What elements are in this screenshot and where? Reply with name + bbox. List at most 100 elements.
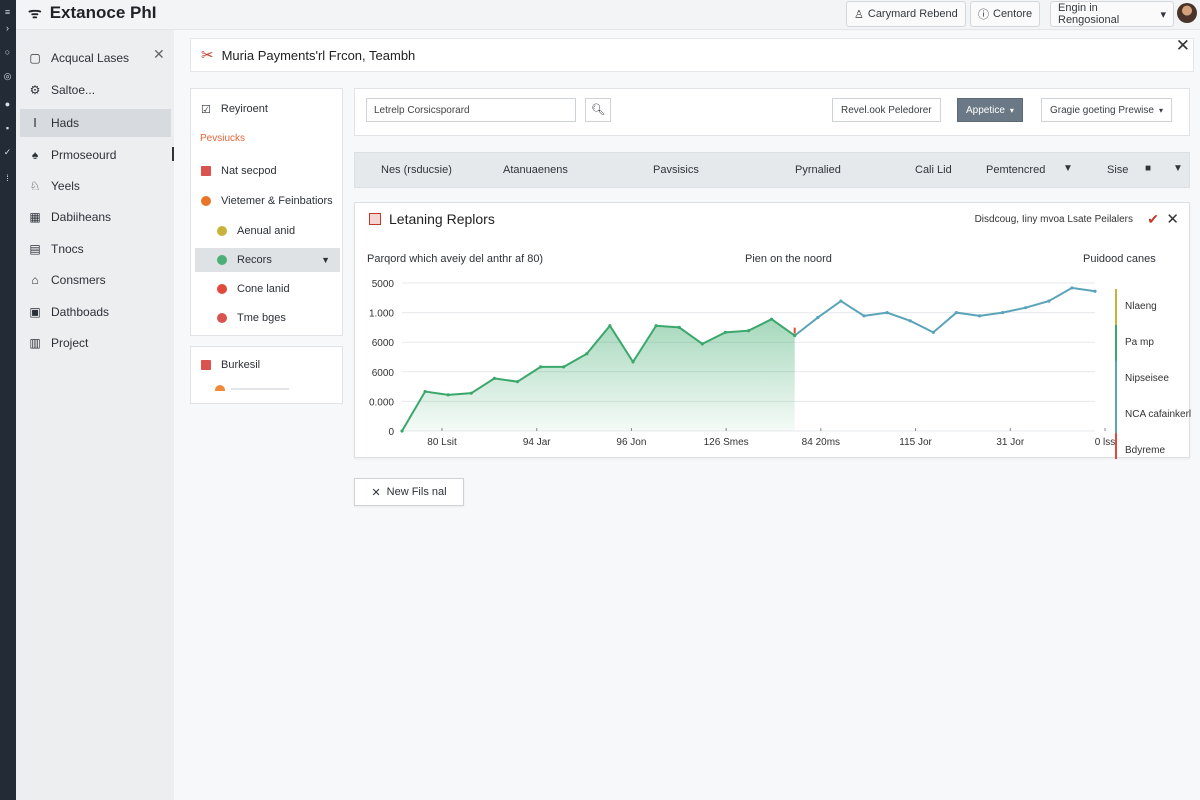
column-header[interactable]: Atanuaenens <box>503 164 568 176</box>
spade-icon: ♠ <box>31 148 39 162</box>
x-tick-label: 0 lss <box>1095 437 1116 448</box>
line-chart[interactable]: 5000 1.000 6000 6000 0.000 0 80 Lsit 94 Jar 96 J… <box>355 203 1191 459</box>
left-item-vietemer[interactable]: Vietemer & Feinbatiors <box>195 189 340 213</box>
tick-icon[interactable]: ✓ <box>3 148 12 157</box>
data-point <box>908 319 912 323</box>
region-select[interactable]: Engin in Rengosional ▾ <box>1050 1 1174 27</box>
data-point <box>1070 286 1074 290</box>
sidebar-item-dabiiheans[interactable]: ▦ Dabiiheans <box>20 203 187 231</box>
column-header[interactable]: Cali Lid <box>915 164 952 176</box>
column-header[interactable]: Pavsisics <box>653 164 699 176</box>
data-point <box>515 380 520 384</box>
search-button[interactable]: 🔍︎ <box>585 98 611 122</box>
column-header[interactable]: Sise <box>1107 164 1128 176</box>
chart-panel: Letaning Replors Disdcoug, Iiny mvoa Lsa… <box>354 202 1191 459</box>
folder-icon: ▥ <box>29 336 41 350</box>
left-item-tme[interactable]: Tme bges <box>195 306 340 330</box>
sidebar-item-project[interactable]: ▥ Project <box>20 329 187 357</box>
left-panel-header[interactable]: ☑ Reyiroent <box>195 97 340 121</box>
bullet-icon[interactable]: ● <box>3 100 12 109</box>
left-item-cone[interactable]: Cone lanid <box>195 277 340 301</box>
globe-icon[interactable]: ◎ <box>3 72 12 81</box>
main-area: ✂ Muria Payments'rl Frcon, Teambh ✕ ☑ Re… <box>174 30 1200 800</box>
orange-dot-icon <box>201 196 211 206</box>
new-file-button[interactable]: ✕ New Fils nal <box>354 478 464 506</box>
folder-icon: ▢ <box>29 51 41 65</box>
centore-button[interactable]: ⓘ Centore <box>970 1 1041 27</box>
left-rail: ≡ › ○ ◎ ● ▪ ✓ ⁞ <box>0 0 16 800</box>
left-item-label: Nat secpod <box>221 165 277 177</box>
data-point <box>400 429 404 433</box>
grid-icon: ▦ <box>29 210 41 224</box>
left-item-aenual[interactable]: Aenual anid <box>195 219 340 243</box>
app-brand: ᯤ Extanoce PhI <box>28 3 156 23</box>
square-icon[interactable]: ▪ <box>3 124 12 133</box>
left-item-label: Tme bges <box>237 312 286 324</box>
search-icon: 🔍︎ <box>591 104 605 116</box>
sidebar-item-hads[interactable]: Ⅰ Hads <box>20 109 171 137</box>
data-point <box>770 317 774 321</box>
legend-swatch <box>1115 361 1117 397</box>
avatar[interactable] <box>1177 3 1197 23</box>
arrow-icon[interactable]: › <box>3 24 12 33</box>
sidebar-item-label: Dabiiheans <box>51 210 112 224</box>
sidebar-item-prmoseourd[interactable]: ♠ Prmoseourd <box>20 141 187 169</box>
left-item-nat-secpod[interactable]: Nat secpod <box>195 159 340 183</box>
square-icon[interactable]: ■ <box>1145 163 1151 174</box>
left-item-recors[interactable]: Recors ▼ <box>195 248 340 272</box>
data-point <box>862 314 866 318</box>
data-point <box>1093 289 1097 293</box>
sidebar-item-dathboads[interactable]: ▣ Dathboads <box>20 298 187 326</box>
chevron-down-icon[interactable]: ▼ <box>1173 163 1183 174</box>
dialog-close-icon[interactable]: ✕ <box>1176 36 1190 56</box>
y-tick-label: 5000 <box>372 279 395 290</box>
sidebar-item-yeels[interactable]: ♘ Yeels <box>20 172 187 200</box>
chevron-down-icon: ▾ <box>1160 8 1166 21</box>
sidebar-item-saltoe[interactable]: ⚙ Saltoe... <box>20 76 187 104</box>
sidebar-item-label: Consmers <box>51 273 106 287</box>
sidebar-item-consmers[interactable]: ⌂ Consmers <box>20 266 187 294</box>
info-icon: ⓘ <box>978 9 989 21</box>
appetice-button[interactable]: Appetice ▾ <box>957 98 1023 122</box>
data-point <box>539 365 543 369</box>
gear-icon: ⚙ <box>29 83 41 97</box>
sidebar-item-label: Yeels <box>51 179 80 193</box>
new-file-button-label: New Fils nal <box>386 486 447 498</box>
group-button[interactable]: Gragie goeting Prewise ▾ <box>1041 98 1172 122</box>
left-panel-footer: Burkesil <box>190 346 343 404</box>
wifi-icon: ᯤ <box>28 5 42 22</box>
left-item-label: Recors <box>237 254 272 266</box>
sidebar-item-tnocs[interactable]: ▤ Tnocs <box>20 235 187 263</box>
menu-icon[interactable]: ≡ <box>3 8 12 17</box>
legend-swatch <box>1115 325 1117 361</box>
people-icon[interactable]: ⁞ <box>3 174 12 183</box>
left-footer-item[interactable]: Burkesil <box>195 353 340 377</box>
data-point <box>631 360 635 364</box>
red-dot-icon <box>217 313 227 323</box>
data-point <box>700 342 704 346</box>
x-tick-label: 126 Smes <box>704 437 749 448</box>
column-header[interactable]: Nes (rsducsie) <box>381 164 452 176</box>
column-header[interactable]: Pemtencred <box>986 164 1045 176</box>
data-point <box>585 352 589 356</box>
data-point <box>469 391 473 395</box>
data-point <box>1047 299 1051 303</box>
ring-icon[interactable]: ○ <box>3 48 12 57</box>
report-button[interactable]: Revel.ook Peledorer <box>832 98 941 122</box>
sort-down-icon[interactable]: ▼ <box>1063 163 1073 174</box>
sidebar-item-label: Hads <box>51 116 80 130</box>
sidebar-item-acqucal[interactable]: ▢ Acqucal Lases <box>20 44 187 72</box>
app-title: Extanoce PhI <box>49 3 157 22</box>
data-point <box>839 299 843 303</box>
legend-label: Pa mp <box>1125 337 1154 348</box>
x-tick-label: 80 Lsit <box>427 437 457 448</box>
rebend-button[interactable]: ♙ Carymard Rebend <box>846 1 966 27</box>
column-header[interactable]: Pyrnalied <box>795 164 841 176</box>
data-point <box>1001 311 1005 315</box>
series-area <box>402 319 795 431</box>
search-input[interactable] <box>366 98 576 122</box>
data-point <box>793 334 797 338</box>
caret-down-icon[interactable]: ▼ <box>321 255 330 265</box>
sidebar-item-label: Tnocs <box>51 242 84 256</box>
data-point <box>723 330 727 334</box>
